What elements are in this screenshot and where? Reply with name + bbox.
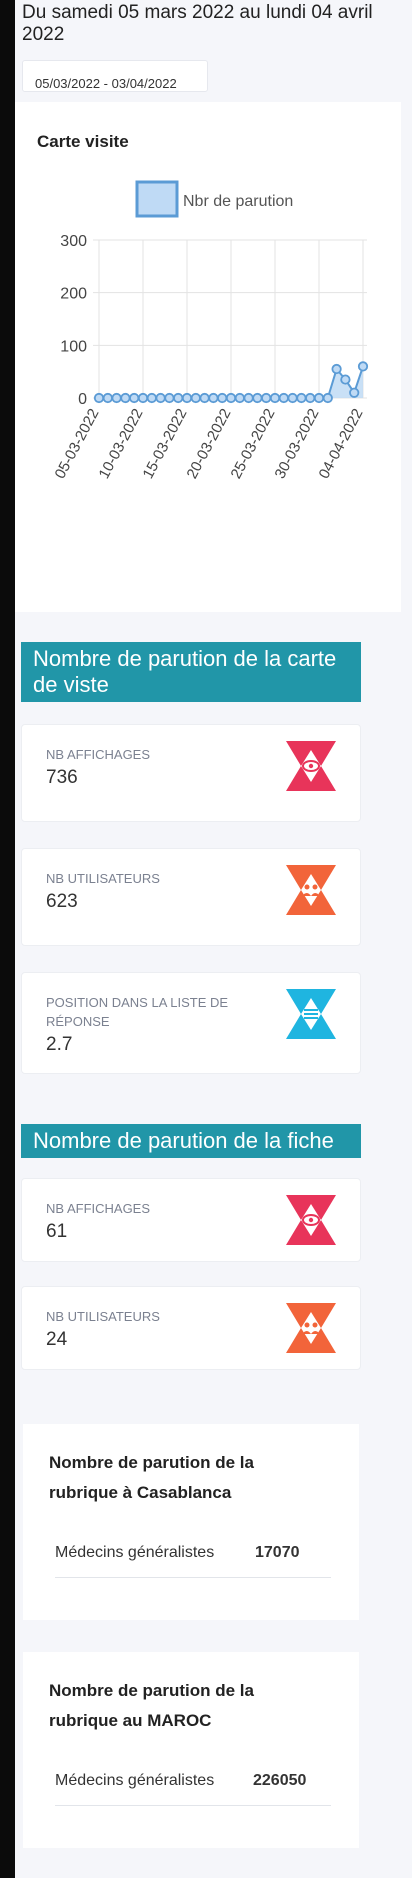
data-point [208,392,219,404]
stat-label: NB UTILISATEURS [46,871,160,886]
data-point [181,392,193,404]
legend-swatch [135,180,179,218]
stat-card-utilisateurs-carte: NB UTILISATEURS 623 [21,848,361,946]
data-point [305,392,316,404]
table-row: Médecins généralistes 226050 [55,1772,331,1806]
x-tick-label: 20-03-2022 [183,406,234,482]
y-tick-label: 0 [78,391,87,408]
data-point [287,392,298,404]
data-point [129,392,140,404]
data-point [322,392,333,404]
data-point [261,392,272,404]
stat-label: NB AFFICHAGES [46,747,151,762]
data-point [243,392,254,404]
data-point [357,361,369,372]
user-head [304,884,310,890]
data-point [190,392,201,404]
data-point [155,392,166,404]
table-row: Médecins généralistes 17070 [55,1544,331,1578]
users-glyph [286,865,336,915]
left-edge-strip [0,0,15,1878]
user-head [312,884,318,890]
x-tick-label: 05-03-2022 [51,406,102,482]
stat-label: NB AFFICHAGES [46,1201,151,1216]
data-point [93,392,105,404]
stat-value: 736 [46,767,78,788]
row-value: 17070 [255,1544,300,1561]
list-icon [286,989,336,1039]
data-point [225,392,237,404]
data-point [102,392,113,404]
data-point [146,392,157,404]
data-point [252,392,263,404]
row-value: 226050 [253,1772,307,1789]
data-point [234,392,245,404]
stat-value: 623 [46,891,78,912]
period-header: Du samedi 05 mars 2022 au lundi 04 avril… [22,2,373,45]
list-line [304,1013,318,1015]
data-point [137,392,149,404]
users-icon [286,865,336,915]
data-point [164,392,175,404]
data-point [340,374,351,385]
stat-card-utilisateurs-fiche: NB UTILISATEURS 24 [21,1286,361,1370]
x-tick-label: 04-04-2022 [315,406,366,482]
legend-label: Nbr de parution [183,193,293,210]
stat-card-position-carte: POSITION DANS LA LISTE DE RÉPONSE 2.7 [21,972,361,1074]
rubrique-title: Nombre de parution de la rubrique à Casa… [49,1453,254,1502]
y-tick-label: 200 [60,286,87,303]
section-title-carte: Nombre de parution de la carte de viste [21,642,361,702]
x-tick-label: 25-03-2022 [227,406,278,482]
y-tick-label: 100 [60,338,87,355]
data-point [199,392,210,404]
date-range-picker[interactable]: 05/03/2022 - 03/04/2022 [22,60,208,92]
list-line [304,1017,318,1019]
user-head [304,1322,310,1328]
users-icon [286,1303,336,1353]
data-point [331,363,342,375]
chart-svg: Nbr de parution 0 100 200 300 05-03-202210-03… [51,180,369,482]
user-head [312,1322,318,1328]
stat-card-affichages-fiche: NB AFFICHAGES 61 [21,1178,361,1262]
eye-icon [286,741,336,791]
rubrique-card-maroc: Nombre de parution de la rubrique au MAR… [23,1652,359,1848]
stat-value: 2.7 [46,1034,73,1055]
data-point [313,392,325,404]
stat-value: 61 [46,1221,68,1242]
eye-glyph [286,741,336,791]
chart-card: Carte visite Nbr de parution 0 100 200 300 05… [15,102,401,612]
x-tick-label: 10-03-2022 [95,406,146,482]
row-name: Médecins généralistes [55,1772,215,1789]
data-point [111,392,122,404]
data-point [217,392,228,404]
section-title-fiche: Nombre de parution de la fiche [21,1124,361,1158]
data-point [278,392,289,404]
x-tick-label: 30-03-2022 [271,406,322,482]
eye-pupil [308,763,314,769]
stat-label: POSITION DANS LA LISTE DE RÉPONSE [46,995,229,1029]
eye-glyph [286,1195,336,1245]
data-point [120,392,131,404]
data-point [173,392,184,404]
row-name: Médecins généralistes [55,1544,215,1561]
eye-icon [286,1195,336,1245]
y-tick-label: 300 [60,233,87,250]
eye-pupil [308,1217,314,1223]
users-glyph [286,1303,336,1353]
stat-label: NB UTILISATEURS [46,1309,160,1324]
stat-value: 24 [46,1329,68,1350]
list-glyph [286,989,336,1039]
stat-card-affichages-carte: NB AFFICHAGES 736 [21,724,361,822]
list-line [304,1009,318,1011]
data-point [349,387,360,398]
rubrique-card-casablanca: Nombre de parution de la rubrique à Casa… [23,1424,359,1620]
rubrique-title: Nombre de parution de la rubrique au MAR… [49,1681,254,1730]
x-tick-label: 15-03-2022 [139,406,190,482]
data-point [296,392,307,404]
data-point [269,392,281,404]
